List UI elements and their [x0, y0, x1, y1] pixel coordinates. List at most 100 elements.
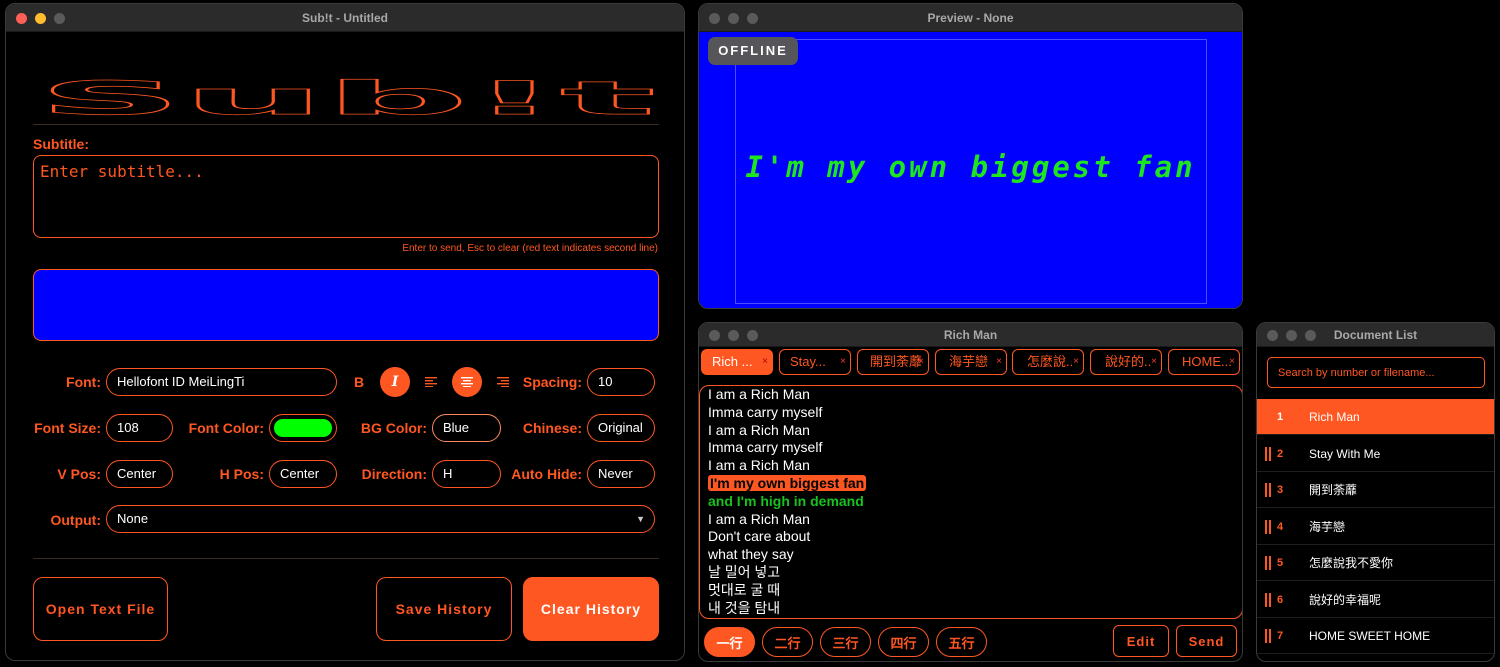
font-size-label: Font Size: — [34, 420, 101, 436]
hpos-field[interactable]: Center — [269, 460, 337, 488]
lyric-line[interactable]: I am a Rich Man — [700, 422, 1242, 440]
autohide-field[interactable]: Never — [587, 460, 655, 488]
lyric-line[interactable]: and I'm high in demand — [700, 493, 1242, 511]
lyrics-list[interactable]: I am a Rich Man Imma carry myself I am a R… — [699, 385, 1242, 619]
drag-handle-icon[interactable] — [1265, 446, 1271, 461]
vpos-field[interactable]: Center — [106, 460, 173, 488]
document-search-input[interactable] — [1267, 357, 1485, 388]
input-hint: Enter to send, Esc to clear (red text in… — [402, 243, 658, 254]
document-number: 2 — [1277, 447, 1284, 460]
lyric-line[interactable]: 내 것을 탐내 — [700, 600, 1242, 618]
bold-button[interactable]: B — [344, 367, 374, 397]
font-color-label: Font Color: — [188, 420, 264, 436]
font-size-field[interactable]: 108 — [106, 414, 173, 442]
window-title: Preview - None — [927, 11, 1014, 25]
document-name: 開到荼蘼 — [1309, 483, 1358, 497]
subtitle-input[interactable] — [33, 155, 659, 238]
open-text-file-button[interactable]: Open Text File — [33, 577, 168, 641]
doc-titlebar: Document List — [1257, 323, 1494, 347]
hpos-label: H Pos: — [219, 466, 264, 482]
chinese-label: Chinese: — [522, 420, 582, 436]
document-name: HOME SWEET HOME — [1309, 629, 1431, 643]
output-label: Output: — [50, 512, 101, 528]
main-titlebar: Sub!t - Untitled — [6, 4, 684, 32]
document-number: 1 — [1277, 411, 1284, 423]
close-tab-icon[interactable]: × — [996, 350, 1002, 374]
four-line-button[interactable]: 四行 — [878, 627, 929, 657]
align-center-icon — [461, 377, 473, 387]
chevron-down-icon: ▼ — [636, 514, 645, 524]
document-item[interactable]: 6 說好的幸福呢 — [1257, 582, 1494, 618]
align-left-button[interactable] — [416, 367, 446, 397]
close-tab-icon[interactable]: × — [1151, 350, 1157, 374]
lyric-line[interactable]: I am a Rich Man — [700, 386, 1242, 404]
autohide-label: Auto Hide: — [511, 466, 582, 482]
lyric-line[interactable]: 멋대로 굴 때 — [700, 582, 1242, 600]
preview-window: Preview - None OFFLINE I'm my own bigges… — [698, 3, 1243, 309]
document-number: 4 — [1277, 520, 1284, 533]
direction-field[interactable]: H — [432, 460, 501, 488]
tab-song-4[interactable]: 海芋戀 × — [935, 349, 1007, 375]
italic-button[interactable]: I — [380, 367, 410, 397]
document-item[interactable]: 3 開到荼蘼 — [1257, 472, 1494, 508]
tab-stay[interactable]: Stay... × — [779, 349, 851, 375]
document-number: 3 — [1277, 484, 1284, 496]
close-tab-icon[interactable]: × — [1229, 350, 1235, 374]
edit-button[interactable]: Edit — [1113, 625, 1169, 657]
bg-color-field[interactable]: Blue — [432, 414, 501, 442]
tab-song-5[interactable]: 怎麼說.. × — [1012, 349, 1084, 375]
two-line-button[interactable]: 二行 — [762, 627, 813, 657]
subtitle-label: Subtitle: — [33, 136, 89, 152]
drag-handle-icon[interactable] — [1265, 629, 1271, 643]
close-tab-icon[interactable]: × — [1073, 350, 1079, 374]
output-value: None — [117, 511, 149, 526]
lyric-line[interactable]: Don't care about — [700, 528, 1242, 546]
document-item[interactable]: 1 Rich Man — [1257, 399, 1494, 435]
lyric-line[interactable]: Imma carry myself — [700, 404, 1242, 422]
five-line-button[interactable]: 五行 — [936, 627, 987, 657]
one-line-button[interactable]: 一行 — [704, 627, 755, 657]
close-tab-icon[interactable]: × — [918, 350, 924, 374]
font-color-picker[interactable] — [269, 414, 337, 442]
lyric-line[interactable]: 날 밀어 넣고 — [700, 564, 1242, 582]
bg-color-label: BG Color: — [360, 420, 427, 436]
document-item[interactable]: 4 海芋戀 — [1257, 509, 1494, 545]
drag-handle-icon[interactable] — [1265, 483, 1271, 497]
vpos-label: V Pos: — [57, 466, 101, 482]
align-center-button[interactable] — [452, 367, 482, 397]
tab-song-3[interactable]: 開到荼蘼 × — [857, 349, 929, 375]
window-title: Rich Man — [943, 328, 998, 342]
tab-song-6[interactable]: 說好的.. × — [1090, 349, 1162, 375]
close-tab-icon[interactable]: × — [762, 350, 768, 374]
document-number: 7 — [1277, 630, 1284, 642]
close-tab-icon[interactable]: × — [840, 350, 846, 374]
drag-handle-icon[interactable] — [1265, 519, 1271, 534]
save-history-button[interactable]: Save History — [376, 577, 512, 641]
document-item[interactable]: 5 怎麼說我不愛你 — [1257, 545, 1494, 581]
preview-canvas: OFFLINE I'm my own biggest fan — [699, 32, 1242, 308]
chinese-field[interactable]: Original — [587, 414, 655, 442]
drag-handle-icon[interactable] — [1265, 556, 1271, 570]
spacing-field[interactable]: 10 — [587, 368, 655, 396]
lyric-line[interactable]: Imma carry myself — [700, 439, 1242, 457]
lyric-line[interactable]: what they say — [700, 546, 1242, 564]
document-number: 5 — [1277, 557, 1284, 569]
send-button[interactable]: Send — [1176, 625, 1237, 657]
font-field[interactable]: Hellofont ID MeiLingTi — [106, 368, 337, 396]
lyric-line[interactable]: I'm my own biggest fan — [700, 474, 1242, 493]
three-line-button[interactable]: 三行 — [820, 627, 871, 657]
clear-history-button[interactable]: Clear History — [523, 577, 659, 641]
document-item[interactable]: 7 HOME SWEET HOME — [1257, 618, 1494, 654]
document-item[interactable]: 2 Stay With Me — [1257, 436, 1494, 472]
tab-rich-man[interactable]: Rich ... × — [701, 349, 773, 375]
drag-handle-icon[interactable] — [1265, 592, 1271, 607]
lyric-line[interactable]: I am a Rich Man — [700, 511, 1242, 529]
document-name: 海芋戀 — [1309, 519, 1346, 534]
output-select[interactable]: None ▼ — [106, 505, 655, 533]
lyrics-titlebar: Rich Man — [699, 323, 1242, 347]
lyric-line[interactable]: I am a Rich Man — [700, 457, 1242, 475]
font-label: Font: — [66, 374, 101, 390]
tab-home[interactable]: HOME... × — [1168, 349, 1240, 375]
app-logo: Sub!t — [36, 62, 658, 126]
preview-subtitle-text: I'm my own biggest fan — [745, 150, 1196, 184]
